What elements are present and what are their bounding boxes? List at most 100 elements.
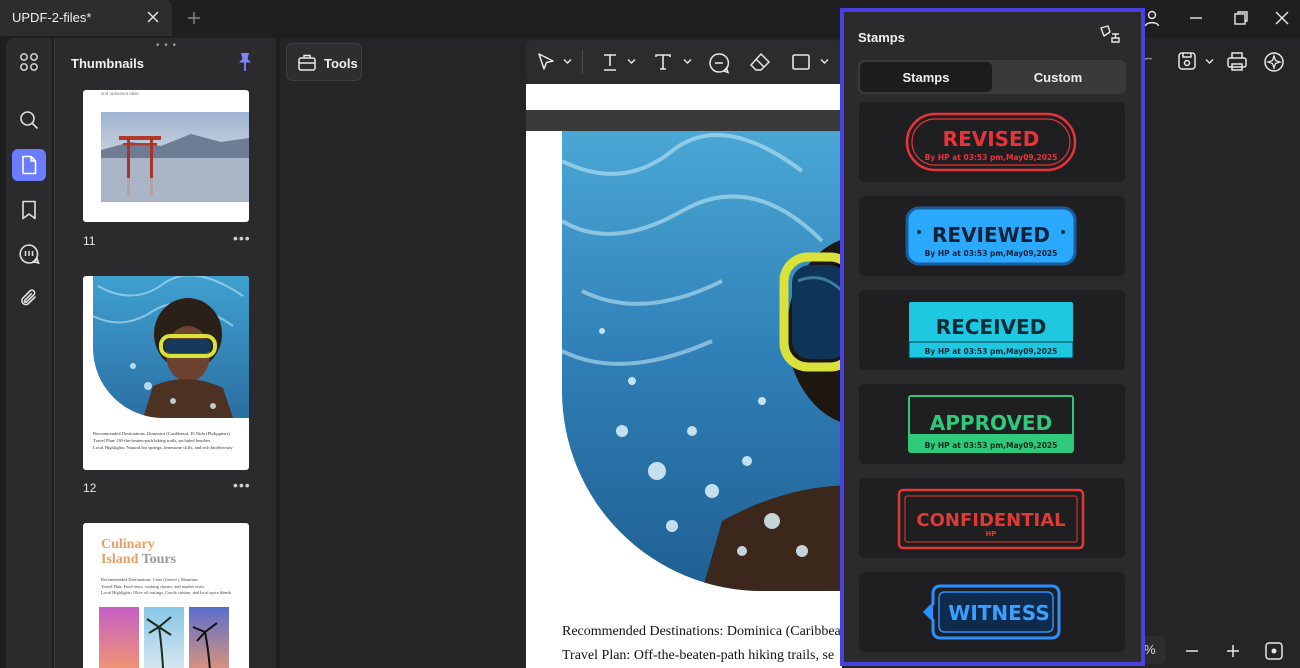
stamp-sublabel: By HP at 03:53 pm,May09,2025 <box>925 441 1058 450</box>
tab-stamps[interactable]: Stamps <box>860 62 992 92</box>
tab-title: UPDF-2-files* <box>12 10 92 25</box>
restore-icon[interactable] <box>1232 9 1250 27</box>
stamp-sublabel: HP <box>986 530 997 538</box>
minimize-icon[interactable] <box>1187 9 1205 27</box>
tools-column: Tools <box>280 38 526 668</box>
comment-icon <box>19 244 40 265</box>
stamp-graphic: WITNESS <box>922 584 1061 640</box>
document-line: Travel Plan: Off-the-beaten-path hiking … <box>562 648 835 663</box>
stamp-label: APPROVED <box>930 411 1052 435</box>
panel-grip[interactable]: • • • <box>156 40 177 51</box>
search-button[interactable] <box>12 104 46 136</box>
thumbnails-button[interactable] <box>12 149 46 181</box>
text-tool-icon[interactable] <box>653 52 673 72</box>
bookmarks-button[interactable] <box>12 194 46 226</box>
tools-button[interactable]: Tools <box>286 43 362 81</box>
zoom-in-icon[interactable] <box>1225 643 1241 659</box>
ai-assistant-icon[interactable] <box>1262 50 1286 74</box>
thumbnail-number-12: 12 <box>83 481 97 495</box>
stamp-confidential[interactable]: CONFIDENTIAL HP <box>859 478 1125 558</box>
annotation-toolbar <box>526 40 842 84</box>
stamp-received[interactable]: RECEIVED By HP at 03:53 pm,May09,2025 <box>859 290 1125 370</box>
thumbnail-more-icon[interactable]: ••• <box>233 230 251 246</box>
zoom-out-icon[interactable] <box>1184 643 1200 659</box>
fit-page-icon[interactable] <box>1264 641 1284 661</box>
comment-note-icon[interactable] <box>708 52 730 74</box>
chevron-down-icon[interactable] <box>683 57 692 66</box>
stamps-panel: Stamps Stamps Custom REVISED By HP at 03:… <box>840 8 1145 666</box>
zoom-suffix: % <box>1144 642 1156 657</box>
title-accent: Island <box>101 552 139 567</box>
stamp-graphic: REVISED By HP at 03:53 pm,May09,2025 <box>905 112 1077 172</box>
stamp-label: RECEIVED <box>936 315 1047 339</box>
diver-photo <box>562 131 842 591</box>
tab-custom[interactable]: Custom <box>992 62 1124 92</box>
left-icon-rail <box>6 38 52 668</box>
text-underline-icon[interactable] <box>600 52 620 72</box>
print-icon[interactable] <box>1226 50 1248 72</box>
thumbnail-more-icon[interactable]: ••• <box>233 477 251 493</box>
tools-label: Tools <box>324 56 358 71</box>
toolbar-divider <box>582 50 583 74</box>
close-window-icon[interactable] <box>1273 9 1291 27</box>
close-tab-icon[interactable] <box>146 10 160 24</box>
stamp-label: REVISED <box>943 127 1040 151</box>
thumbnails-panel: • • • Thumbnails and unknown tales 11 ••… <box>54 38 276 668</box>
stamp-label: CONFIDENTIAL <box>916 510 1065 531</box>
thumbnail-line: Local Highlights: Natural hot springs, l… <box>93 445 233 450</box>
chevron-down-icon[interactable] <box>1205 57 1214 66</box>
stamp-graphic: CONFIDENTIALHP <box>897 488 1085 550</box>
thumbnail-line: Travel Plan: Off-the-beaten-path hiking … <box>93 438 211 443</box>
stamps-panel-title: Stamps <box>858 30 905 45</box>
stamp-sublabel: By HP at 03:53 pm,May09,2025 <box>925 153 1058 162</box>
rectangle-shape-icon[interactable] <box>791 52 811 72</box>
comments-button[interactable] <box>12 238 46 270</box>
stamp-graphic: APPROVED By HP at 03:53 pm,May09,2025 <box>908 395 1074 453</box>
stamp-sublabel: By HP at 03:53 pm,May09,2025 <box>925 347 1058 356</box>
stamp-revised[interactable]: REVISED By HP at 03:53 pm,May09,2025 <box>859 102 1125 182</box>
stamp-witness[interactable]: WITNESS <box>859 572 1125 652</box>
thumbnail-page-13[interactable]: Culinary Island Tours Recommended Destin… <box>83 523 249 668</box>
eraser-icon[interactable] <box>749 52 771 72</box>
save-icon[interactable] <box>1176 50 1198 72</box>
document-tab[interactable]: UPDF-2-files* <box>0 0 172 36</box>
chevron-down-icon[interactable] <box>563 57 572 66</box>
title-rest: Tours <box>141 552 177 567</box>
paperclip-icon <box>21 289 36 306</box>
chevron-down-icon[interactable] <box>820 57 829 66</box>
apps-button[interactable] <box>12 46 46 78</box>
thumbnail-text-12: Recommended Destinations: Dominica (Cari… <box>93 430 233 451</box>
thumbnail-caption: and unknown tales <box>101 92 139 97</box>
stamp-graphic: RECEIVED By HP at 03:53 pm,May09,2025 <box>908 302 1074 359</box>
document-page: Recommended Destinations: Dominica (Cari… <box>526 84 842 668</box>
stamp-graphic: REVIEWED By HP at 03:53 pm,May09,2025 <box>905 206 1077 266</box>
attachments-button[interactable] <box>12 282 46 314</box>
stamp-label: REVIEWED <box>932 223 1050 247</box>
stamp-label: WITNESS <box>948 601 1049 625</box>
diver-image <box>93 276 249 418</box>
thumbnail-page-11[interactable]: and unknown tales <box>83 90 249 222</box>
torii-gate-image <box>101 112 249 202</box>
search-icon <box>20 111 39 130</box>
stamp-settings-icon[interactable] <box>1098 24 1122 46</box>
thumbnails-title: Thumbnails <box>71 56 144 71</box>
stamp-sublabel: By HP at 03:53 pm,May09,2025 <box>925 249 1058 258</box>
apps-grid-icon <box>20 53 38 71</box>
account-icon[interactable] <box>1143 9 1161 27</box>
chevron-down-icon[interactable] <box>627 57 636 66</box>
new-tab-icon[interactable] <box>186 10 202 26</box>
pin-icon[interactable] <box>236 52 254 72</box>
select-cursor-icon[interactable] <box>536 52 556 72</box>
thumbnail-text-13: Recommended Destinations: Crete (Greece)… <box>101 577 231 597</box>
toolbox-icon <box>298 54 316 71</box>
stamp-approved[interactable]: APPROVED By HP at 03:53 pm,May09,2025 <box>859 384 1125 464</box>
thumbnail-line: Local Highlights: Olive oil tastings, Cr… <box>101 590 232 595</box>
page-separator <box>526 110 842 131</box>
stamp-reviewed[interactable]: REVIEWED By HP at 03:53 pm,May09,2025 <box>859 196 1125 276</box>
title-accent: Culinary <box>101 537 155 552</box>
stamps-tab-switch: Stamps Custom <box>858 60 1126 94</box>
thumbnail-line: Recommended Destinations: Dominica (Cari… <box>93 431 230 436</box>
thumbnail-page-12[interactable]: Recommended Destinations: Dominica (Cari… <box>83 276 249 470</box>
bookmark-icon <box>22 200 36 220</box>
document-line: Recommended Destinations: Dominica (Cari… <box>562 624 842 639</box>
